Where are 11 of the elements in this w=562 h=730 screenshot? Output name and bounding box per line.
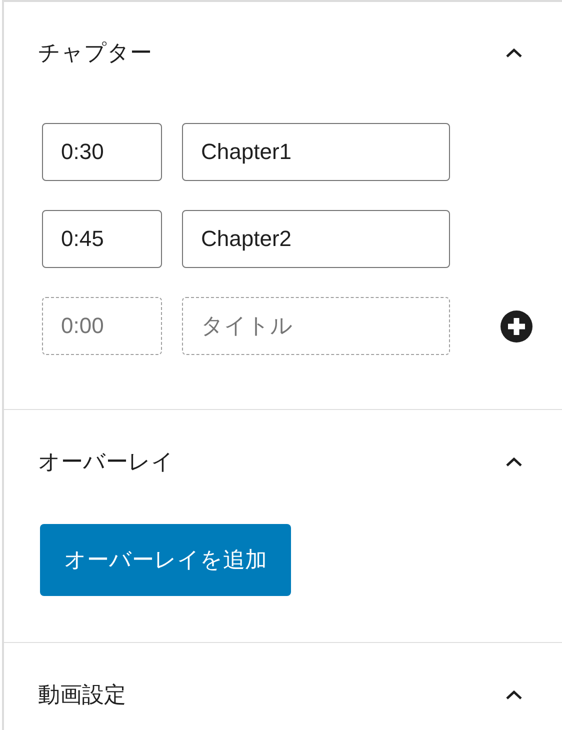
add-overlay-button[interactable]: オーバーレイを追加 [40,524,291,596]
time-field[interactable]: 0:45 [42,210,162,268]
title-field[interactable]: Chapter2 [182,210,450,268]
time-field[interactable]: 0:00 [42,297,162,355]
time-field[interactable]: 0:30 [42,123,162,181]
panel-header[interactable]: 動画設定 [4,643,562,730]
add-icon[interactable] [500,310,533,342]
title-field[interactable]: タイトル [182,297,450,355]
title-field[interactable]: Chapter1 [182,123,450,181]
panel-header[interactable]: チャプター [4,2,562,104]
panel-header[interactable]: オーバーレイ [4,410,562,513]
